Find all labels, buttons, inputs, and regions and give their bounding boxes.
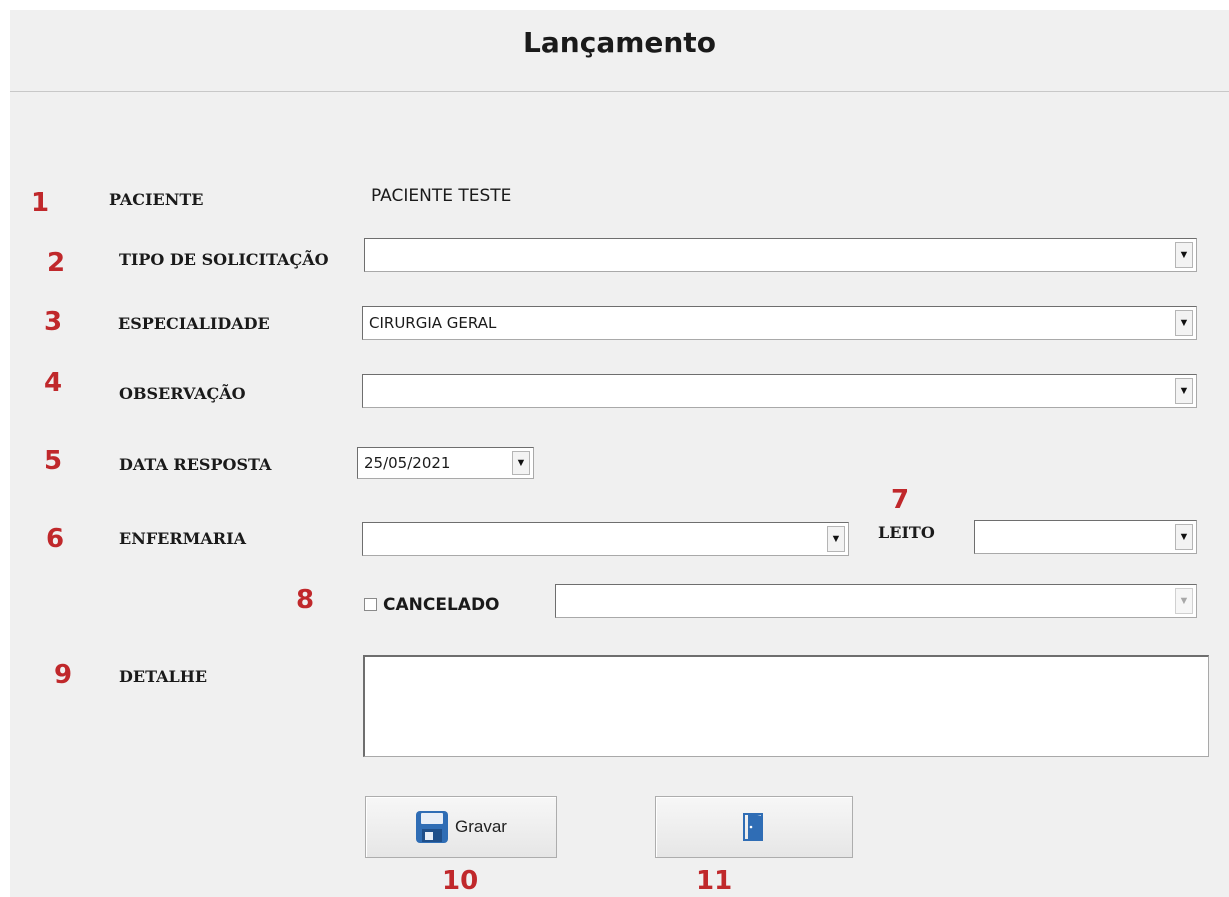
- detalhe-textarea[interactable]: [363, 655, 1209, 757]
- form-title: Lançamento: [523, 26, 716, 59]
- especialidade-combobox[interactable]: CIRURGIA GERAL ▼: [362, 306, 1197, 340]
- form-header: Lançamento: [10, 10, 1229, 92]
- detalhe-label: DETALHE: [119, 667, 208, 686]
- gravar-button[interactable]: Gravar: [365, 796, 557, 858]
- chevron-down-icon[interactable]: ▼: [1175, 588, 1193, 614]
- marker-5: 5: [44, 446, 63, 476]
- enfermaria-label: ENFERMARIA: [119, 529, 246, 548]
- data-resposta-value: 25/05/2021: [364, 454, 451, 472]
- marker-11: 11: [696, 866, 733, 896]
- gravar-label: Gravar: [455, 817, 507, 836]
- tipo-solicitacao-combobox[interactable]: ▼: [364, 238, 1197, 272]
- chevron-down-icon[interactable]: ▼: [1175, 310, 1193, 336]
- marker-4: 4: [44, 368, 63, 398]
- data-resposta-datepicker[interactable]: 25/05/2021 ▼: [357, 447, 534, 479]
- paciente-value: PACIENTE TESTE: [371, 186, 512, 206]
- leito-combobox[interactable]: ▼: [974, 520, 1197, 554]
- chevron-down-icon[interactable]: ▼: [1175, 378, 1193, 404]
- paciente-label: PACIENTE: [109, 190, 204, 209]
- marker-9: 9: [54, 660, 73, 690]
- data-resposta-label: DATA RESPOSTA: [119, 455, 272, 474]
- chevron-down-icon[interactable]: ▼: [1175, 242, 1193, 268]
- enfermaria-combobox[interactable]: ▼: [362, 522, 849, 556]
- marker-1: 1: [31, 188, 50, 218]
- marker-8: 8: [296, 585, 315, 615]
- cancelado-checkbox[interactable]: [364, 598, 377, 611]
- observacao-label: OBSERVAÇÃO: [119, 384, 246, 403]
- chevron-down-icon[interactable]: ▼: [827, 526, 845, 552]
- observacao-combobox[interactable]: ▼: [362, 374, 1197, 408]
- cancelado-reason-combobox[interactable]: ▼: [555, 584, 1197, 618]
- marker-2: 2: [47, 248, 66, 278]
- especialidade-label: ESPECIALIDADE: [118, 314, 270, 333]
- chevron-down-icon[interactable]: ▼: [512, 451, 530, 475]
- chevron-down-icon[interactable]: ▼: [1175, 524, 1193, 550]
- marker-10: 10: [442, 866, 479, 896]
- door-exit-icon: [743, 812, 765, 842]
- sair-button[interactable]: [655, 796, 853, 858]
- cancelado-label: CANCELADO: [383, 595, 500, 615]
- marker-6: 6: [46, 524, 65, 554]
- floppy-disk-icon: [415, 810, 449, 844]
- especialidade-value: CIRURGIA GERAL: [369, 314, 497, 332]
- tipo-solicitacao-label: TIPO DE SOLICITAÇÃO: [119, 250, 329, 269]
- marker-7: 7: [891, 485, 910, 515]
- leito-label: LEITO: [878, 523, 935, 542]
- marker-3: 3: [44, 307, 63, 337]
- launch-form: Lançamento 1 PACIENTE PACIENTE TESTE 2 T…: [10, 10, 1229, 897]
